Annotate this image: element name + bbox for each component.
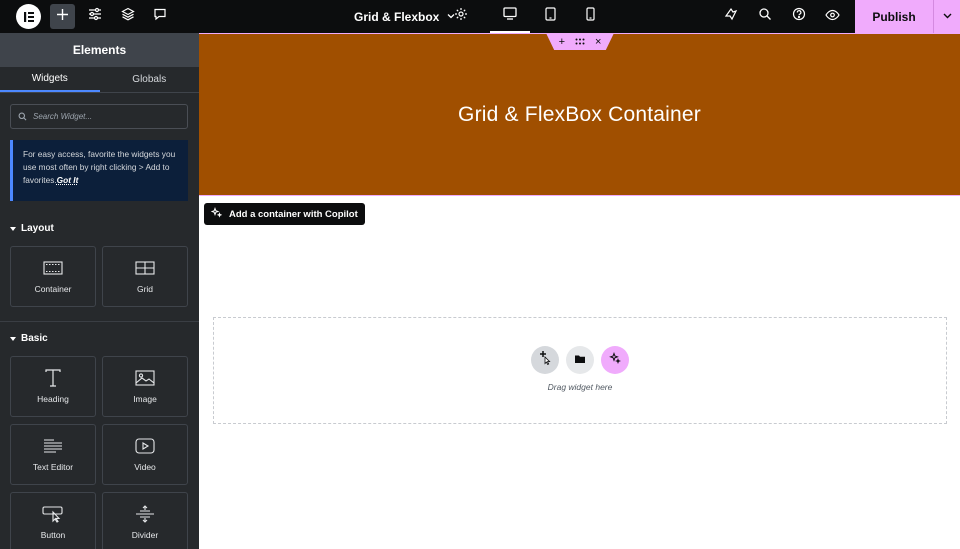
add-icon — [538, 349, 552, 370]
drag-handle-icon[interactable] — [575, 36, 585, 48]
help-icon — [792, 7, 806, 26]
tablet-icon — [544, 7, 556, 26]
tab-widgets[interactable]: Widgets — [0, 67, 100, 92]
add-section-dropzone[interactable]: Drag widget here — [213, 317, 947, 424]
tab-globals[interactable]: Globals — [100, 67, 200, 92]
widget-label: Image — [133, 394, 157, 404]
widget-divider[interactable]: Divider — [102, 492, 188, 549]
section-label: Layout — [21, 223, 54, 234]
panel-title: Elements — [0, 33, 199, 67]
add-icon — [56, 8, 69, 26]
widget-label: Text Editor — [32, 462, 74, 472]
publish-button[interactable]: Publish — [855, 0, 933, 33]
help-button[interactable] — [786, 4, 811, 29]
desktop-icon — [503, 6, 517, 25]
favorites-tip: For easy access, favorite the widgets yo… — [10, 140, 188, 201]
section-layout-toggle[interactable]: Layout — [10, 223, 54, 234]
structure-button[interactable] — [115, 4, 140, 29]
page-title: Grid & Flexbox — [354, 9, 440, 24]
section-label: Basic — [21, 333, 48, 344]
top-bar: Grid & Flexbox Publish — [0, 0, 960, 33]
widget-container[interactable]: Container — [10, 246, 96, 307]
widget-label: Video — [134, 462, 156, 472]
search-icon — [18, 108, 27, 126]
hero-heading[interactable]: Grid & FlexBox Container — [458, 103, 701, 127]
hero-container[interactable]: Grid & FlexBox Container — [199, 33, 960, 196]
divider-icon — [135, 503, 155, 525]
widget-label: Container — [34, 284, 72, 294]
publish-options-button[interactable] — [933, 0, 960, 33]
finder-button[interactable] — [752, 4, 777, 29]
dropzone-hint: Drag widget here — [547, 381, 613, 392]
notifications-button[interactable] — [718, 4, 743, 29]
elements-panel: Elements Widgets Globals For easy access… — [0, 33, 199, 549]
widget-video[interactable]: Video — [102, 424, 188, 485]
widget-text-editor[interactable]: Text Editor — [10, 424, 96, 485]
close-icon[interactable]: × — [595, 36, 601, 48]
dropzone-actions — [531, 345, 629, 374]
video-icon — [135, 435, 155, 457]
grid-icon — [135, 257, 155, 279]
widget-heading[interactable]: Heading — [10, 356, 96, 417]
container-icon — [43, 257, 63, 279]
got-it-link[interactable]: Got It — [57, 175, 79, 185]
widget-label: Heading — [37, 394, 69, 404]
caret-down-icon — [10, 226, 16, 231]
widget-label: Button — [40, 530, 66, 540]
copilot-button[interactable]: Add a container with Copilot — [204, 203, 365, 225]
layers-icon — [120, 7, 135, 26]
sparkle-icon — [609, 351, 621, 369]
mobile-icon — [585, 7, 595, 26]
settings-sliders-icon — [88, 7, 102, 26]
preview-button[interactable] — [820, 4, 845, 29]
page-settings-button[interactable] — [448, 4, 473, 29]
ai-generate-button[interactable] — [601, 345, 629, 374]
widget-label: Divider — [131, 530, 159, 540]
gear-icon — [454, 7, 468, 26]
elementor-logo-icon[interactable] — [16, 4, 41, 29]
heading-icon — [43, 367, 63, 389]
widget-search[interactable] — [10, 104, 188, 129]
desktop-view-button[interactable] — [490, 0, 530, 33]
editor-canvas: Grid & FlexBox Container + × Add a conta… — [199, 33, 960, 549]
text-editor-icon — [43, 435, 63, 457]
tip-text: For easy access, favorite the widgets yo… — [23, 149, 176, 185]
search-icon — [758, 7, 772, 26]
caret-down-icon — [10, 336, 16, 341]
section-basic-toggle[interactable]: Basic — [10, 333, 48, 344]
widget-grid[interactable]: Grid — [102, 246, 188, 307]
widget-image[interactable]: Image — [102, 356, 188, 417]
search-input[interactable] — [33, 112, 183, 121]
notifications-icon — [724, 7, 738, 26]
panel-tabs: Widgets Globals — [0, 67, 199, 93]
comments-icon — [153, 7, 167, 26]
site-settings-button[interactable] — [82, 4, 107, 29]
add-template-button[interactable] — [566, 345, 594, 374]
preview-eye-icon — [825, 8, 840, 26]
folder-icon — [574, 351, 586, 369]
publish-label: Publish — [872, 9, 916, 24]
image-icon — [135, 367, 155, 389]
widget-label: Grid — [136, 284, 154, 294]
add-icon[interactable]: + — [559, 36, 565, 48]
container-handle: + × — [546, 33, 614, 50]
copilot-label: Add a container with Copilot — [229, 208, 358, 220]
document-title-dropdown[interactable]: Grid & Flexbox — [354, 0, 456, 33]
tablet-view-button[interactable] — [530, 0, 570, 33]
sparkle-icon — [210, 207, 223, 221]
chevron-down-icon — [942, 8, 953, 26]
mobile-view-button[interactable] — [570, 0, 610, 33]
add-section-button[interactable] — [531, 345, 559, 374]
add-element-button[interactable] — [50, 4, 75, 29]
widget-button[interactable]: Button — [10, 492, 96, 549]
section-divider — [0, 321, 199, 322]
notes-button[interactable] — [147, 4, 172, 29]
button-icon — [42, 503, 64, 525]
